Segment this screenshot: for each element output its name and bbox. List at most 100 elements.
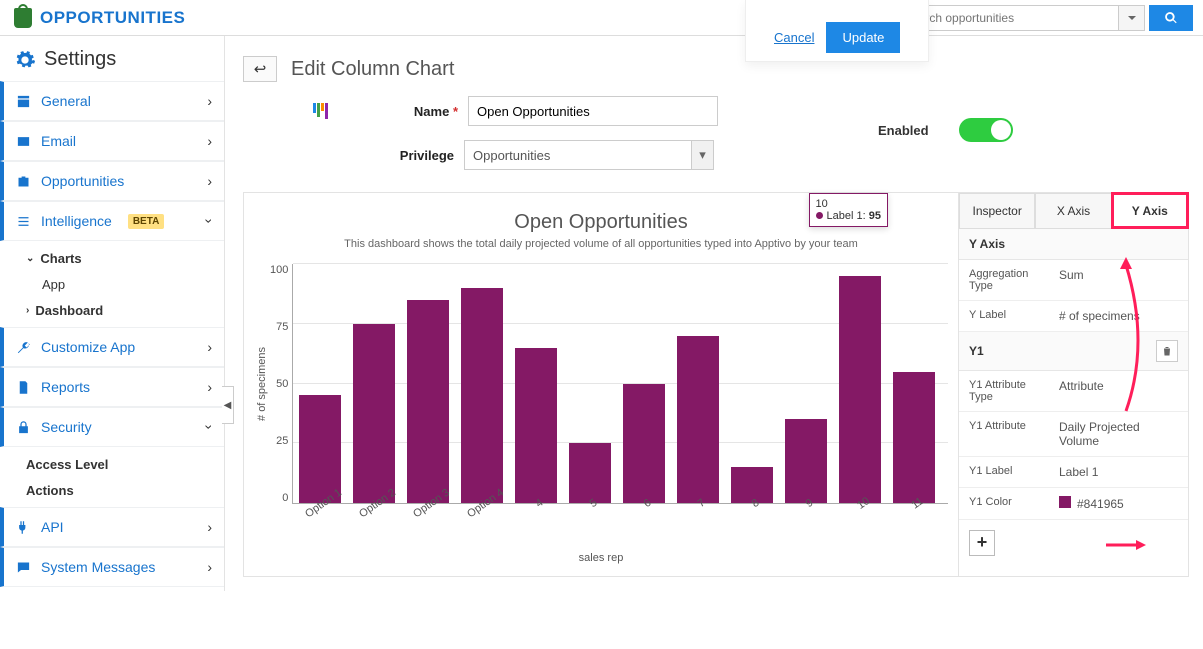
sidebar-item-reports[interactable]: Reports › <box>0 367 224 407</box>
chart-subtitle: This dashboard shows the total daily pro… <box>254 238 948 250</box>
chevron-right-icon: › <box>207 339 212 355</box>
sidebar-item-opportunities[interactable]: Opportunities › <box>0 161 224 201</box>
sidebar: Settings General › Email › Opportunities… <box>0 36 225 591</box>
privilege-select[interactable]: Opportunities ▾ <box>464 140 714 170</box>
mail-icon <box>16 134 31 149</box>
plug-icon <box>16 520 31 535</box>
page-title: Edit Column Chart <box>291 58 454 81</box>
update-button[interactable]: Update <box>826 22 900 53</box>
name-input[interactable] <box>468 96 718 126</box>
main: Cancel Update ↩ Edit Column Chart Name *… <box>225 36 1203 591</box>
sidebar-item-system-messages[interactable]: System Messages › <box>0 547 224 587</box>
add-series-button[interactable]: + <box>969 530 995 556</box>
cancel-link[interactable]: Cancel <box>774 30 814 45</box>
enabled-label: Enabled <box>878 123 929 138</box>
sidebar-item-label: Intelligence <box>41 213 112 229</box>
chart-bar <box>353 324 395 503</box>
enabled-toggle[interactable] <box>959 118 1013 142</box>
sidebar-item-customize-app[interactable]: Customize App › <box>0 327 224 367</box>
inspector-panel: Inspector X Axis Y Axis Y Axis Aggregati… <box>958 193 1188 576</box>
beta-badge: BETA <box>128 214 164 229</box>
panel-section-yaxis: Y Axis <box>959 229 1188 260</box>
y-axis-label: # of specimens <box>254 347 270 421</box>
wrench-icon <box>16 340 31 355</box>
chevron-right-icon: › <box>207 93 212 109</box>
topbar: OPPORTUNITIES <box>0 0 1203 36</box>
y1attr-key: Y1 Attribute <box>959 412 1049 456</box>
chart-bar <box>461 288 503 503</box>
tooltip-series: Label 1 <box>827 210 863 222</box>
settings-label: Settings <box>44 48 116 71</box>
sidebar-sub-dashboard[interactable]: ›Dashboard <box>26 297 224 323</box>
tab-x-axis[interactable]: X Axis <box>1035 193 1111 228</box>
chevron-down-icon: ⌄ <box>26 253 34 264</box>
search-input[interactable] <box>898 11 1118 25</box>
chevron-right-icon: › <box>207 379 212 395</box>
back-button[interactable]: ↩ <box>243 56 277 82</box>
search-field[interactable] <box>897 5 1145 31</box>
chart-bar <box>407 300 449 503</box>
search-scope-dropdown[interactable] <box>1118 6 1144 30</box>
sidebar-item-label: General <box>41 93 91 109</box>
y1label-value[interactable]: Label 1 <box>1049 457 1188 487</box>
x-axis-ticks: Option 1Option 2Option 3Option 445678910… <box>254 504 948 526</box>
ylabel-key: Y Label <box>959 301 1049 331</box>
y1attrtype-value[interactable]: Attribute <box>1049 371 1188 411</box>
sidebar-item-label: Security <box>41 419 92 435</box>
sidebar-sub-app[interactable]: App <box>26 271 224 297</box>
document-icon <box>16 380 31 395</box>
chart-bar <box>893 372 935 503</box>
chevron-down-icon: › <box>202 425 218 430</box>
money-bag-icon <box>14 8 32 28</box>
sidebar-sub-charts[interactable]: ⌄Charts <box>26 245 224 271</box>
panel-section-y1: Y1 <box>959 332 1188 371</box>
agg-type-key: Aggregation Type <box>959 260 1049 300</box>
sidebar-sub-actions[interactable]: Actions <box>26 477 224 503</box>
sidebar-item-label: System Messages <box>41 559 155 575</box>
name-label: Name * <box>338 104 458 119</box>
sidebar-item-label: API <box>41 519 64 535</box>
privilege-label: Privilege <box>334 148 454 163</box>
y1attr-value[interactable]: Daily Projected Volume <box>1049 412 1188 456</box>
sidebar-item-security[interactable]: Security › <box>0 407 224 447</box>
mini-bars-icon <box>313 103 328 119</box>
sidebar-sub-access-level[interactable]: Access Level <box>26 451 224 477</box>
sidebar-item-general[interactable]: General › <box>0 81 224 121</box>
sidebar-item-label: Customize App <box>41 339 135 355</box>
tab-inspector[interactable]: Inspector <box>959 193 1035 228</box>
chart-plot-area <box>292 264 948 504</box>
y-tick: 25 <box>270 435 288 447</box>
agg-type-value[interactable]: Sum <box>1049 260 1188 300</box>
list-icon <box>16 214 31 229</box>
chart-bar <box>677 336 719 503</box>
sidebar-item-intelligence[interactable]: Intelligence BETA › <box>0 201 224 241</box>
y-tick: 100 <box>270 264 288 276</box>
tooltip-value: 95 <box>869 210 881 222</box>
sidebar-security-children: Access Level Actions <box>0 447 224 507</box>
y-tick: 50 <box>270 378 288 390</box>
floating-action-bar: Cancel Update <box>745 0 929 62</box>
search-button[interactable] <box>1149 5 1193 31</box>
chart-tooltip: 10 Label 1: 95 <box>809 193 888 227</box>
delete-y1-button[interactable] <box>1156 340 1178 362</box>
sidebar-item-email[interactable]: Email › <box>0 121 224 161</box>
y1attrtype-key: Y1 Attribute Type <box>959 371 1049 411</box>
annotation-arrow-add <box>1106 538 1146 552</box>
edit-header: ↩ Edit Column Chart <box>243 56 1189 82</box>
sidebar-item-label: Reports <box>41 379 90 395</box>
tooltip-category: 10 <box>816 198 881 210</box>
ylabel-value[interactable]: # of specimens <box>1049 301 1188 331</box>
settings-heading: Settings <box>0 42 224 81</box>
tab-y-axis[interactable]: Y Axis <box>1112 193 1188 228</box>
chevron-right-icon: › <box>207 133 212 149</box>
sidebar-item-label: Opportunities <box>41 173 124 189</box>
sidebar-item-api[interactable]: API › <box>0 507 224 547</box>
y1label-key: Y1 Label <box>959 457 1049 487</box>
chevron-right-icon: › <box>207 519 212 535</box>
privilege-value: Opportunities <box>465 148 691 163</box>
chevron-right-icon: › <box>207 173 212 189</box>
y1color-value[interactable]: #841965 <box>1049 488 1188 519</box>
y-tick: 0 <box>270 492 288 504</box>
y1color-key: Y1 Color <box>959 488 1049 519</box>
brand: OPPORTUNITIES <box>0 8 240 28</box>
